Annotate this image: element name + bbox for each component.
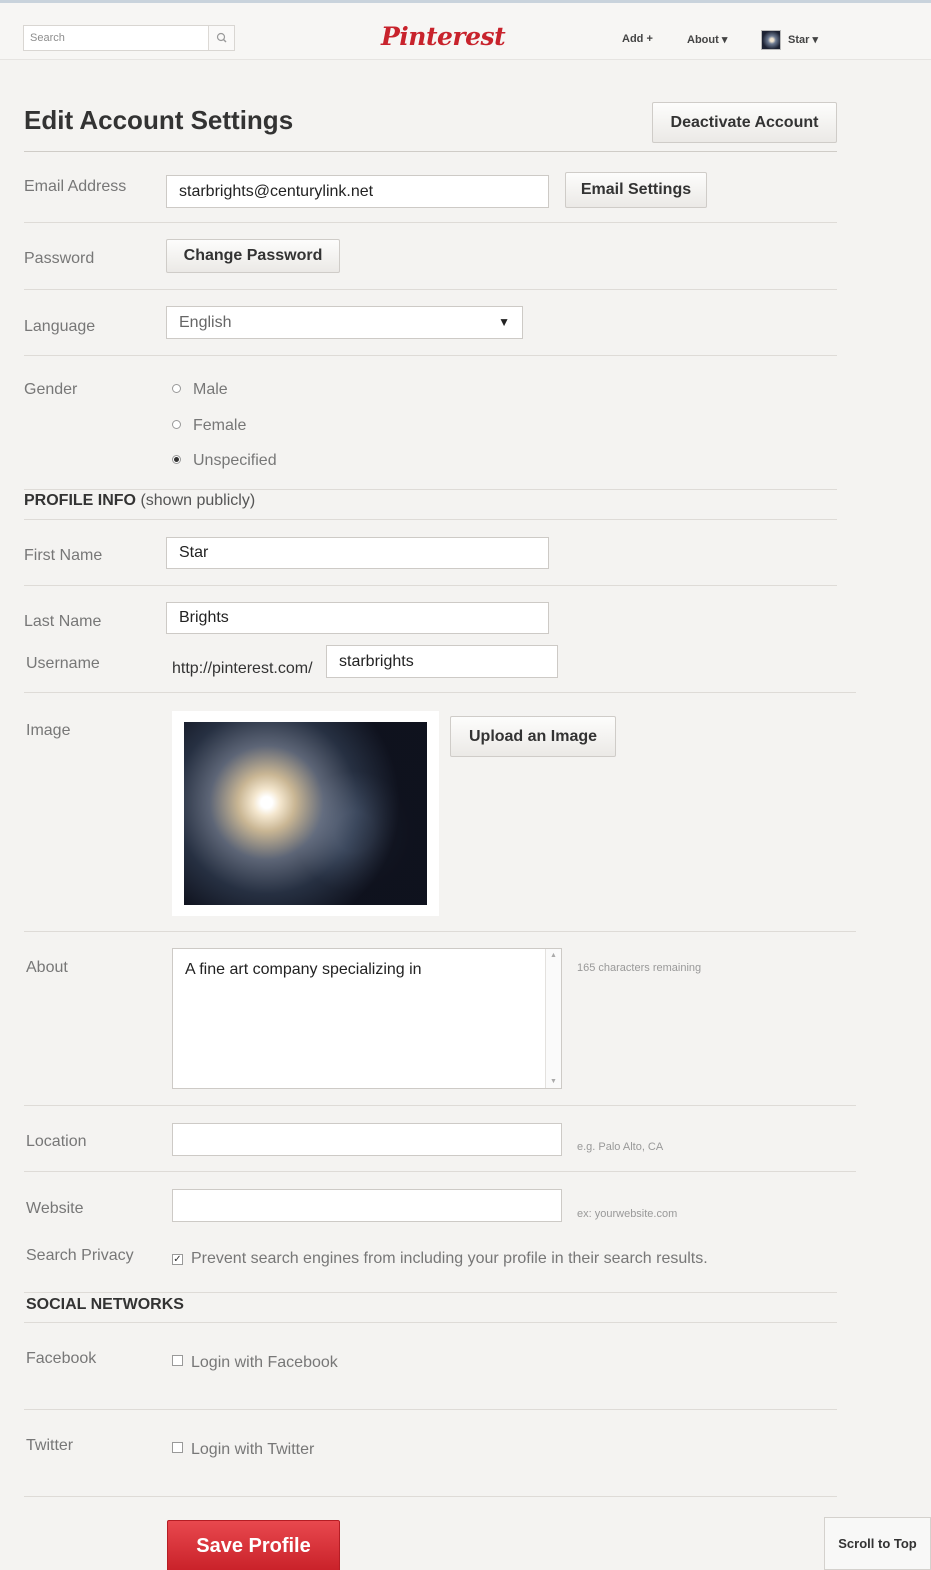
- avatar[interactable]: [761, 30, 781, 50]
- top-nav-bar: Pinterest Add + About ▾ Star ▾: [0, 0, 931, 60]
- facebook-label: Facebook: [26, 1350, 97, 1367]
- divider: [24, 931, 856, 932]
- scroll-down-icon[interactable]: ▼: [550, 1078, 557, 1085]
- about-label: About: [26, 959, 68, 976]
- last-name-label: Last Name: [24, 613, 102, 630]
- website-hint: ex: yourwebsite.com: [577, 1208, 678, 1220]
- profile-info-heading: PROFILE INFO (shown publicly): [24, 492, 256, 509]
- search-privacy-option[interactable]: ✓ Prevent search engines from including y…: [172, 1250, 708, 1268]
- change-password-button[interactable]: Change Password: [166, 239, 340, 273]
- first-name-field[interactable]: [166, 537, 549, 569]
- scroll-up-icon[interactable]: ▲: [550, 952, 557, 959]
- save-profile-button[interactable]: Save Profile: [167, 1520, 340, 1570]
- email-field[interactable]: [166, 175, 549, 208]
- gender-label: Gender: [24, 381, 78, 398]
- first-name-label: First Name: [24, 547, 103, 564]
- twitter-label: Twitter: [26, 1437, 74, 1454]
- username-prefix: http://pinterest.com/: [172, 660, 313, 677]
- location-label: Location: [26, 1133, 87, 1150]
- divider: [24, 1105, 856, 1106]
- about-menu[interactable]: About ▾: [687, 33, 727, 46]
- radio-button-selected[interactable]: [172, 455, 181, 464]
- about-characters-remaining: 165 characters remaining: [577, 962, 702, 974]
- user-menu[interactable]: Star ▾: [788, 33, 818, 46]
- divider: [24, 355, 837, 356]
- add-menu[interactable]: Add +: [622, 33, 653, 45]
- divider: [24, 1322, 837, 1323]
- last-name-field[interactable]: [166, 602, 549, 634]
- website-field[interactable]: [172, 1189, 562, 1222]
- search-box: [23, 25, 235, 51]
- divider: [24, 222, 837, 223]
- gender-option-female[interactable]: Female: [172, 417, 246, 435]
- email-label: Email Address: [24, 178, 127, 195]
- search-icon: [216, 32, 227, 43]
- divider: [24, 489, 837, 490]
- facebook-login-option[interactable]: Login with Facebook: [172, 1354, 338, 1372]
- facebook-checkbox[interactable]: [172, 1355, 183, 1366]
- language-label: Language: [24, 318, 96, 335]
- divider: [24, 1171, 856, 1172]
- location-field[interactable]: [172, 1123, 562, 1156]
- search-privacy-checkbox[interactable]: ✓: [172, 1254, 183, 1265]
- language-select[interactable]: English ▼: [166, 306, 523, 339]
- chevron-down-icon: ▼: [498, 315, 510, 329]
- language-value: English: [179, 314, 232, 331]
- deactivate-account-button[interactable]: Deactivate Account: [652, 102, 837, 143]
- profile-image: [184, 722, 427, 905]
- scroll-to-top-button[interactable]: Scroll to Top: [824, 1517, 931, 1570]
- upload-image-button[interactable]: Upload an Image: [450, 716, 616, 757]
- textarea-scrollbar[interactable]: ▲ ▼: [545, 949, 561, 1088]
- username-field[interactable]: [326, 645, 558, 678]
- divider: [24, 151, 837, 152]
- divider: [24, 1496, 837, 1497]
- divider: [24, 1409, 837, 1410]
- page-title: Edit Account Settings: [24, 105, 294, 135]
- divider: [24, 289, 837, 290]
- twitter-login-option[interactable]: Login with Twitter: [172, 1441, 314, 1459]
- divider: [24, 519, 837, 520]
- divider: [24, 692, 856, 693]
- divider: [24, 585, 837, 586]
- about-textarea[interactable]: A fine art company specializing in: [172, 948, 562, 1089]
- divider: [24, 1292, 837, 1293]
- gender-option-unspecified[interactable]: Unspecified: [172, 452, 277, 470]
- radio-button[interactable]: [172, 384, 181, 393]
- pinterest-logo[interactable]: Pinterest: [381, 22, 506, 51]
- search-input[interactable]: [24, 26, 209, 50]
- username-label: Username: [26, 655, 100, 672]
- password-label: Password: [24, 250, 95, 267]
- location-hint: e.g. Palo Alto, CA: [577, 1141, 664, 1153]
- search-privacy-label: Search Privacy: [26, 1247, 134, 1264]
- website-label: Website: [26, 1200, 84, 1217]
- image-label: Image: [26, 722, 71, 739]
- twitter-checkbox[interactable]: [172, 1442, 183, 1453]
- email-settings-button[interactable]: Email Settings: [565, 172, 707, 208]
- gender-option-male[interactable]: Male: [172, 381, 228, 399]
- social-networks-heading: SOCIAL NETWORKS: [26, 1296, 184, 1313]
- radio-button[interactable]: [172, 420, 181, 429]
- search-button[interactable]: [208, 26, 234, 50]
